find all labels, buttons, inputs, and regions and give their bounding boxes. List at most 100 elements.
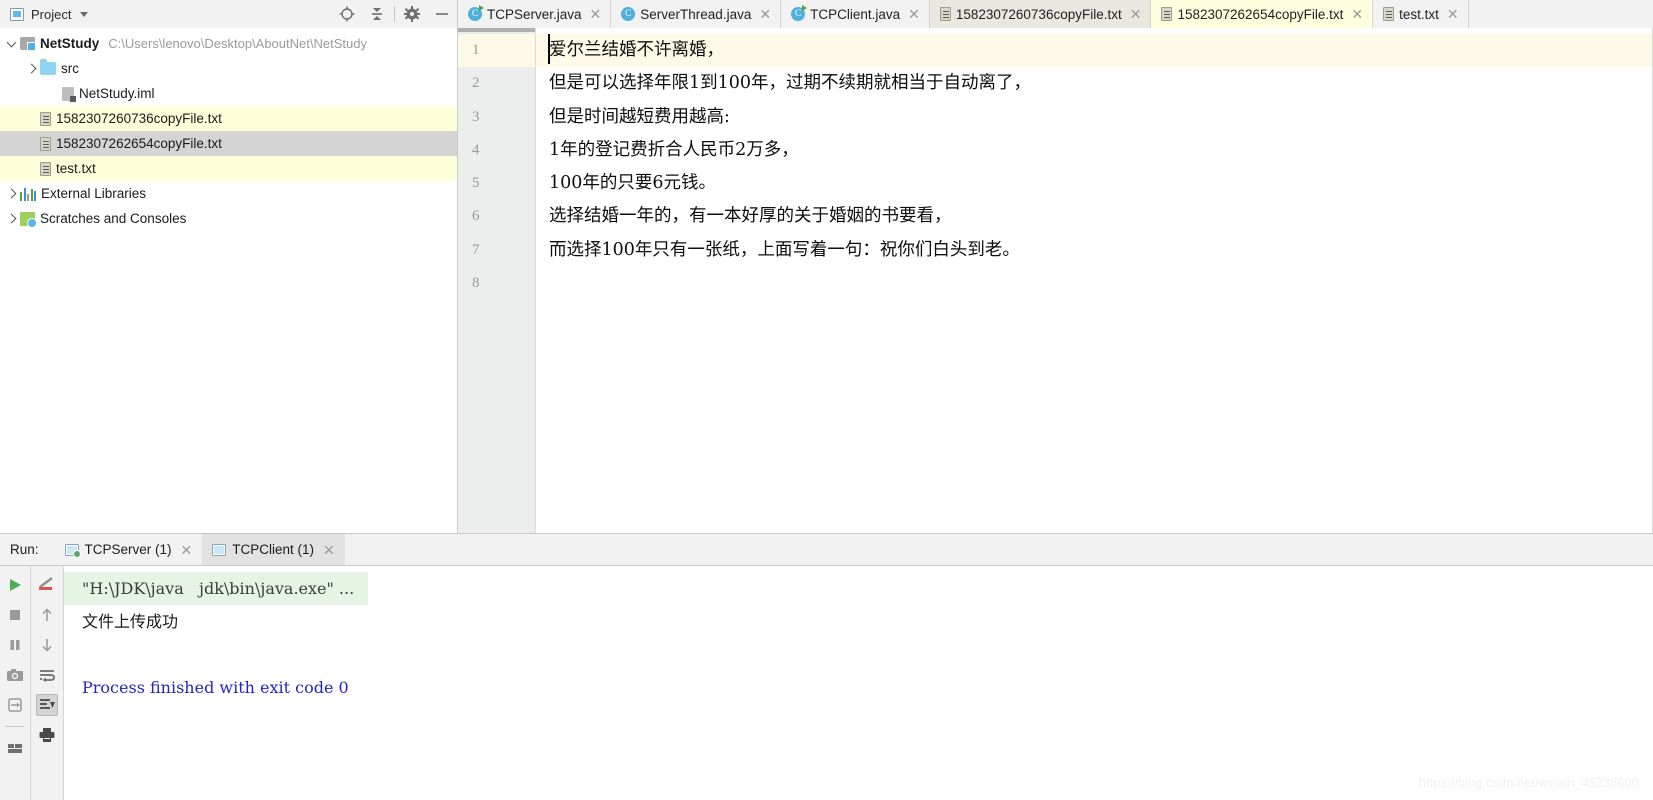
chevron-down-icon[interactable] xyxy=(2,37,20,47)
close-icon[interactable]: ✕ xyxy=(908,7,920,21)
chevron-down-icon[interactable] xyxy=(80,11,89,17)
tree-item-label: test.txt xyxy=(56,161,96,176)
pause-icon[interactable] xyxy=(4,634,26,656)
close-icon[interactable]: ✕ xyxy=(1447,7,1459,21)
java-class-runnable-icon: C xyxy=(468,5,484,21)
iml-file-icon xyxy=(62,86,76,102)
tree-row-copyfile-654[interactable]: 1582307262654copyFile.txt xyxy=(0,131,457,156)
run-config-running-icon xyxy=(64,543,81,558)
txt-file-icon xyxy=(1383,7,1395,21)
wrap-text-icon[interactable] xyxy=(36,664,58,686)
toolbar-divider xyxy=(6,726,24,727)
locate-icon[interactable] xyxy=(332,0,362,28)
settings-gear-icon[interactable] xyxy=(397,0,427,28)
run-tab-label: TCPServer (1) xyxy=(84,542,172,557)
editor-tab-label: test.txt xyxy=(1399,6,1439,22)
run-tab-label: TCPClient (1) xyxy=(232,542,315,557)
tree-row-netstudy-iml[interactable]: NetStudy.iml xyxy=(0,81,457,106)
console-line-wrap: "H:\JDK\java jdk\bin\java.exe" ... xyxy=(64,572,1653,605)
tree-row-src[interactable]: src xyxy=(0,56,457,81)
chevron-right-icon[interactable] xyxy=(2,188,20,199)
editor-line: 1年的登记费折合人民币2万多， xyxy=(549,139,799,160)
console-line-output: 文件上传成功 xyxy=(82,612,179,631)
module-icon xyxy=(20,37,36,51)
scroll-to-end-icon[interactable] xyxy=(36,694,58,716)
rerun-play-icon[interactable] xyxy=(4,574,26,596)
close-icon[interactable]: ✕ xyxy=(1130,7,1142,21)
toolbar-divider xyxy=(394,6,395,22)
console-output[interactable]: "H:\JDK\java jdk\bin\java.exe" ... 文件上传成… xyxy=(64,566,1653,800)
editor-tab-label: TCPClient.java xyxy=(810,6,901,22)
print-icon[interactable] xyxy=(36,724,58,746)
close-icon[interactable]: ✕ xyxy=(181,543,193,557)
editor-tab-label: 1582307262654copyFile.txt xyxy=(1177,6,1344,22)
run-tab-tcpclient[interactable]: TCPClient (1) ✕ xyxy=(202,534,345,565)
close-icon[interactable]: ✕ xyxy=(323,543,335,557)
idea-window: Project C TCPServer.java ✕ C ServerThrea… xyxy=(0,0,1653,800)
chevron-right-icon[interactable] xyxy=(22,63,40,74)
editor-line: 选择结婚一年的，有一本好厚的关于婚姻的书要看， xyxy=(549,206,952,227)
tree-row-test-txt[interactable]: test.txt xyxy=(0,156,457,181)
editor-line: 爱尔兰结婚不许离婚， xyxy=(536,34,1653,68)
editor-text-area[interactable]: 爱尔兰结婚不许离婚， 但是可以选择年限1到100年，过期不续期就相当于自动离了，… xyxy=(536,28,1653,533)
txt-file-icon xyxy=(40,111,51,126)
tree-row-external-libraries[interactable]: External Libraries xyxy=(0,181,457,206)
editor-tab-1[interactable]: C ServerThread.java ✕ xyxy=(611,0,782,28)
line-number: 4 xyxy=(472,141,480,158)
run-window-label: Run: xyxy=(10,542,39,557)
editor-tab-label: ServerThread.java xyxy=(640,6,752,22)
tree-item-label: NetStudy.iml xyxy=(79,86,155,101)
close-icon[interactable]: ✕ xyxy=(1351,7,1363,21)
scratches-icon xyxy=(20,211,37,228)
tree-item-label: src xyxy=(61,61,79,76)
editor-tab-0[interactable]: C TCPServer.java ✕ xyxy=(458,0,612,28)
hide-panel-icon[interactable] xyxy=(427,0,457,28)
watermark: https://blog.csdn.net/weixin_45238600 xyxy=(1418,776,1639,790)
line-number: 5 xyxy=(472,175,480,192)
tree-item-label: 1582307260736copyFile.txt xyxy=(56,111,222,126)
chevron-right-icon[interactable] xyxy=(2,213,20,224)
editor-tab-4[interactable]: 1582307262654copyFile.txt ✕ xyxy=(1151,0,1374,28)
project-panel-toolbar xyxy=(332,0,457,28)
tree-item-label: Scratches and Consoles xyxy=(40,211,187,226)
export-icon[interactable] xyxy=(4,694,26,716)
soft-wrap-icon[interactable] xyxy=(36,574,58,596)
project-title-group[interactable]: Project xyxy=(0,7,89,22)
down-arrow-icon[interactable] xyxy=(36,634,58,656)
java-class-runnable-icon: C xyxy=(791,5,808,21)
editor-tab-3[interactable]: 1582307260736copyFile.txt ✕ xyxy=(929,0,1152,28)
tree-row-scratches-consoles[interactable]: Scratches and Consoles xyxy=(0,206,457,231)
collapse-all-icon[interactable] xyxy=(362,0,392,28)
editor-tab-2[interactable]: C TCPClient.java ✕ xyxy=(781,0,930,28)
line-number: 2 xyxy=(472,75,480,92)
tree-row-copyfile-736[interactable]: 1582307260736copyFile.txt xyxy=(0,106,457,131)
editor-line: 而选择100年只有一张纸，上面写着一句：祝你们白头到老。 xyxy=(549,239,1020,260)
line-number-gutter: 1 2 3 4 5 6 7 8 xyxy=(458,28,536,533)
java-class-icon: C xyxy=(621,7,636,21)
run-tab-tcpserver[interactable]: TCPServer (1) ✕ xyxy=(55,534,203,565)
editor-line: 但是可以选择年限1到100年，过期不续期就相当于自动离了， xyxy=(549,73,1032,94)
tree-item-label: External Libraries xyxy=(41,186,147,201)
up-arrow-icon[interactable] xyxy=(36,604,58,626)
line-number: 7 xyxy=(472,241,480,258)
editor-line: 100年的只要6元钱。 xyxy=(549,173,717,194)
editor-tab-5[interactable]: test.txt ✕ xyxy=(1373,0,1469,28)
close-icon[interactable]: ✕ xyxy=(590,7,602,21)
close-icon[interactable]: ✕ xyxy=(759,7,771,21)
editor-tab-label: TCPServer.java xyxy=(487,6,582,22)
layout-icon[interactable] xyxy=(4,737,26,759)
project-panel-header: Project xyxy=(0,0,458,28)
libraries-icon xyxy=(20,187,36,201)
stop-icon[interactable] xyxy=(4,604,26,626)
console-line-exit: Process finished with exit code 0 xyxy=(82,678,349,697)
project-tree: NetStudy C:\Users\lenovo\Desktop\AboutNe… xyxy=(0,28,458,533)
line-number: 8 xyxy=(472,275,480,292)
tree-row-netstudy[interactable]: NetStudy C:\Users\lenovo\Desktop\AboutNe… xyxy=(0,31,457,56)
line-number: 6 xyxy=(472,208,480,225)
camera-icon[interactable] xyxy=(4,664,26,686)
run-body: "H:\JDK\java jdk\bin\java.exe" ... 文件上传成… xyxy=(0,566,1653,800)
code-editor: 1 2 3 4 5 6 7 8 爱尔兰结婚不许离婚， 但是可以选择年限1到100… xyxy=(458,28,1653,533)
editor-tab-label: 1582307260736copyFile.txt xyxy=(955,6,1122,22)
